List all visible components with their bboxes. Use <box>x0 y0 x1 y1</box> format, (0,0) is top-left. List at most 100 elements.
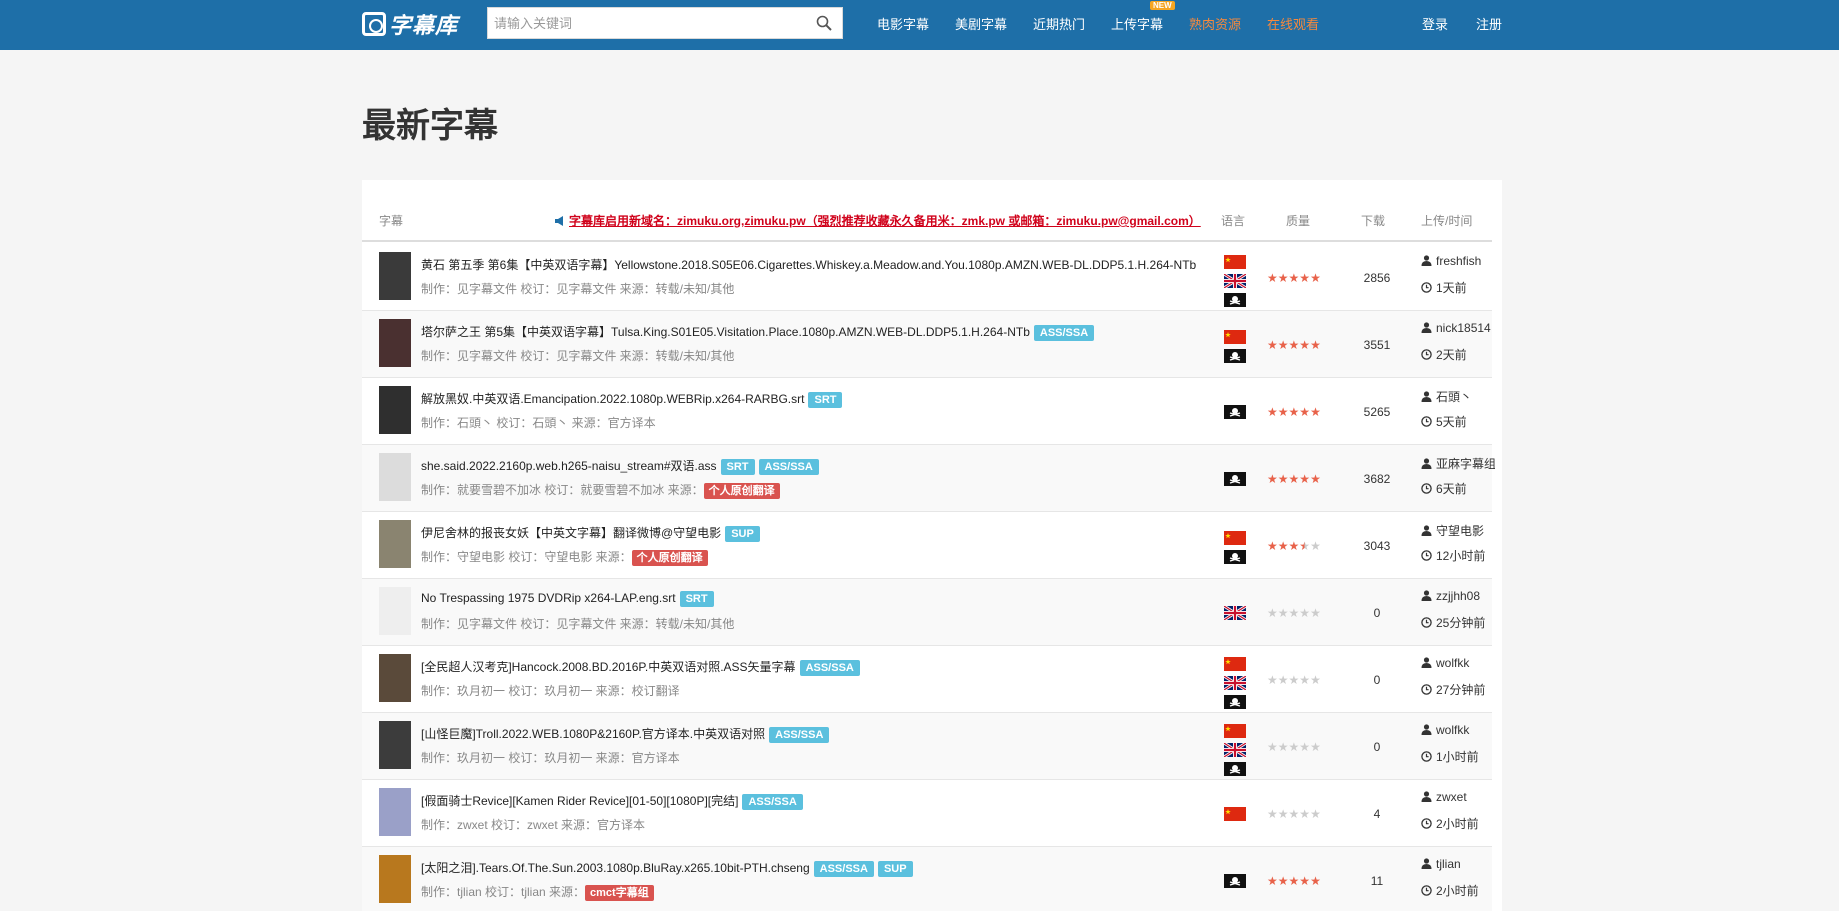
uploader[interactable]: nick18514 <box>1421 321 1495 335</box>
poster-thumbnail[interactable] <box>379 855 411 903</box>
poster-thumbnail[interactable] <box>379 587 411 635</box>
nav-recent-hot[interactable]: 近期热门 <box>1033 14 1085 33</box>
source-tag: 个人原创翻译 <box>703 483 780 499</box>
star-icon: ★ <box>1310 271 1321 285</box>
subtitle-title: No Trespassing 1975 DVDRip x264-LAP.eng.… <box>421 591 1211 609</box>
subtitle-title-link[interactable]: 解放黑奴.中英双语.Emancipation.2022.1080p.WEBRip… <box>421 392 804 406</box>
meta-text: 制作：守望电影 校订：守望电影 来源： <box>421 550 632 564</box>
star-icon: ★ <box>1267 740 1278 754</box>
star-icon: ★ <box>1267 539 1278 553</box>
subtitle-title: 黄石 第五季 第6集【中英双语字幕】Yellowstone.2018.S05E0… <box>421 256 1211 274</box>
star-icon: ★ <box>1299 807 1311 821</box>
uploader-name[interactable]: wolfkk <box>1436 656 1469 670</box>
upload-time: 2小时前 <box>1421 882 1479 899</box>
uploader-name[interactable]: zwxet <box>1436 790 1467 804</box>
uploader[interactable]: zwxet <box>1421 790 1495 804</box>
uk-flag-icon <box>1223 272 1247 290</box>
meta-text: 制作：玖月初一 校订：玖月初一 来源：官方译本 <box>421 751 680 765</box>
site-logo[interactable]: 字幕库 <box>362 9 458 39</box>
poster-thumbnail[interactable] <box>379 252 411 300</box>
nav-watch-online[interactable]: 在线观看 <box>1267 14 1319 33</box>
user-icon <box>1421 724 1432 735</box>
uploader[interactable]: zzjjhh08 <box>1421 589 1495 603</box>
domain-notice[interactable]: 字幕库启用新域名：zimuku.org,zimuku.pw（强烈推荐收藏永久备用… <box>554 212 1201 229</box>
search-input[interactable] <box>488 8 806 38</box>
uploader[interactable]: 守望电影 <box>1421 522 1495 539</box>
uploader-name[interactable]: 亚麻字幕组 <box>1436 457 1495 471</box>
search-box <box>487 7 843 39</box>
source-tag: 个人原创翻译 <box>631 550 708 566</box>
table-row: [假面骑士Revice][Kamen Rider Revice][01-50][… <box>362 780 1492 847</box>
uploader-name[interactable]: tjlian <box>1436 857 1461 871</box>
poster-thumbnail[interactable] <box>379 453 411 501</box>
page-title: 最新字幕 <box>362 107 498 145</box>
language-flags <box>1223 724 1247 781</box>
china-flag-icon <box>1224 531 1246 545</box>
login-link[interactable]: 登录 <box>1422 14 1448 33</box>
poster-thumbnail[interactable] <box>379 520 411 568</box>
subtitle-title-link[interactable]: [太阳之泪].Tears.Of.The.Sun.2003.1080p.BluRa… <box>421 861 810 875</box>
china-flag-icon <box>1224 724 1246 738</box>
upload-time-text: 12小时前 <box>1436 549 1486 563</box>
nav-us-tv-subtitles[interactable]: 美剧字幕 <box>955 14 1007 33</box>
subtitle-title-link[interactable]: she.said.2022.2160p.web.h265-naisu_strea… <box>421 459 717 473</box>
search-button[interactable] <box>806 8 842 38</box>
format-tag: ASS/SSA <box>1033 325 1095 341</box>
subtitle-title-link[interactable]: [山怪巨魔]Troll.2022.WEB.1080P&2160P.官方译本.中英… <box>421 727 765 741</box>
uploader[interactable]: 亚麻字幕组 <box>1421 455 1495 472</box>
quality-rating: ★★★★★ <box>1267 673 1321 687</box>
poster-thumbnail[interactable] <box>379 654 411 702</box>
upload-time-text: 2天前 <box>1436 348 1467 362</box>
subtitle-title-link[interactable]: 黄石 第五季 第6集【中英双语字幕】Yellowstone.2018.S05E0… <box>421 258 1196 272</box>
new-badge: NEW <box>1150 1 1175 10</box>
uploader[interactable]: wolfkk <box>1421 723 1495 737</box>
uploader-name[interactable]: 石頭丶 <box>1436 390 1472 404</box>
uploader[interactable]: freshfish <box>1421 254 1495 268</box>
subtitle-title-link[interactable]: No Trespassing 1975 DVDRip x264-LAP.eng.… <box>421 591 676 605</box>
table-row: [太阳之泪].Tears.Of.The.Sun.2003.1080p.BluRa… <box>362 847 1492 911</box>
nav-cooked-resources[interactable]: 熟肉资源 <box>1189 14 1241 33</box>
poster-thumbnail[interactable] <box>379 788 411 836</box>
subtitle-title-link[interactable]: [假面骑士Revice][Kamen Rider Revice][01-50][… <box>421 794 738 808</box>
format-tag: SUP <box>877 861 913 877</box>
uploader[interactable]: tjlian <box>1421 857 1495 871</box>
register-link[interactable]: 注册 <box>1476 14 1502 33</box>
uploader-name[interactable]: zzjjhh08 <box>1436 589 1480 603</box>
uploader-name[interactable]: wolfkk <box>1436 723 1469 737</box>
star-icon: ★ <box>1267 673 1278 687</box>
quality-rating: ★★★★★ <box>1267 740 1321 754</box>
search-icon <box>816 15 832 31</box>
star-icon: ★ <box>1299 874 1311 888</box>
user-icon <box>1421 322 1432 333</box>
uploader-name[interactable]: freshfish <box>1436 254 1481 268</box>
nav-upload-subtitles[interactable]: 上传字幕 <box>1111 14 1163 33</box>
star-icon: ★ <box>1288 271 1300 285</box>
subtitle-title-link[interactable]: 伊尼舍林的报丧女妖【中英文字幕】翻译微博@守望电影 <box>421 526 721 540</box>
notice-text[interactable]: 字幕库启用新域名：zimuku.org,zimuku.pw（强烈推荐收藏永久备用… <box>569 214 1201 228</box>
star-icon: ★ <box>1267 338 1278 352</box>
user-icon <box>1421 391 1432 402</box>
uploader[interactable]: wolfkk <box>1421 656 1495 670</box>
pirate-flag-icon <box>1224 472 1246 486</box>
subtitle-title-link[interactable]: 塔尔萨之王 第5集【中英双语字幕】Tulsa.King.S01E05.Visit… <box>421 325 1030 339</box>
format-tag: SRT <box>808 392 843 408</box>
poster-thumbnail[interactable] <box>379 319 411 367</box>
upload-time: 12小时前 <box>1421 547 1485 564</box>
top-navbar: 字幕库 电影字幕 美剧字幕 近期热门 上传字幕 NEW 熟肉资源 在线观看 登录… <box>0 0 1839 50</box>
poster-thumbnail[interactable] <box>379 386 411 434</box>
download-count: 0 <box>1373 673 1381 687</box>
subtitle-title-link[interactable]: [全民超人汉考克]Hancock.2008.BD.2016P.中英双语对照.AS… <box>421 660 796 674</box>
uploader-name[interactable]: 守望电影 <box>1436 524 1484 538</box>
uploader[interactable]: 石頭丶 <box>1421 388 1495 405</box>
pirate-flag-icon <box>1224 293 1246 307</box>
nav-movie-subtitles[interactable]: 电影字幕 <box>877 14 929 33</box>
star-icon: ★ <box>1310 539 1321 553</box>
star-icon: ★ <box>1299 673 1311 687</box>
poster-thumbnail[interactable] <box>379 721 411 769</box>
subtitle-title: 伊尼舍林的报丧女妖【中英文字幕】翻译微博@守望电影 SUP <box>421 524 1211 542</box>
subtitle-meta: 制作：守望电影 校订：守望电影 来源： 个人原创翻译 <box>421 548 708 566</box>
meta-text: 制作：见字幕文件 校订：见字幕文件 来源：转载/未知/其他 <box>421 282 735 296</box>
uploader-name[interactable]: nick18514 <box>1436 321 1491 335</box>
format-tag: SRT <box>720 459 755 475</box>
subtitle-title: she.said.2022.2160p.web.h265-naisu_strea… <box>421 457 1211 475</box>
